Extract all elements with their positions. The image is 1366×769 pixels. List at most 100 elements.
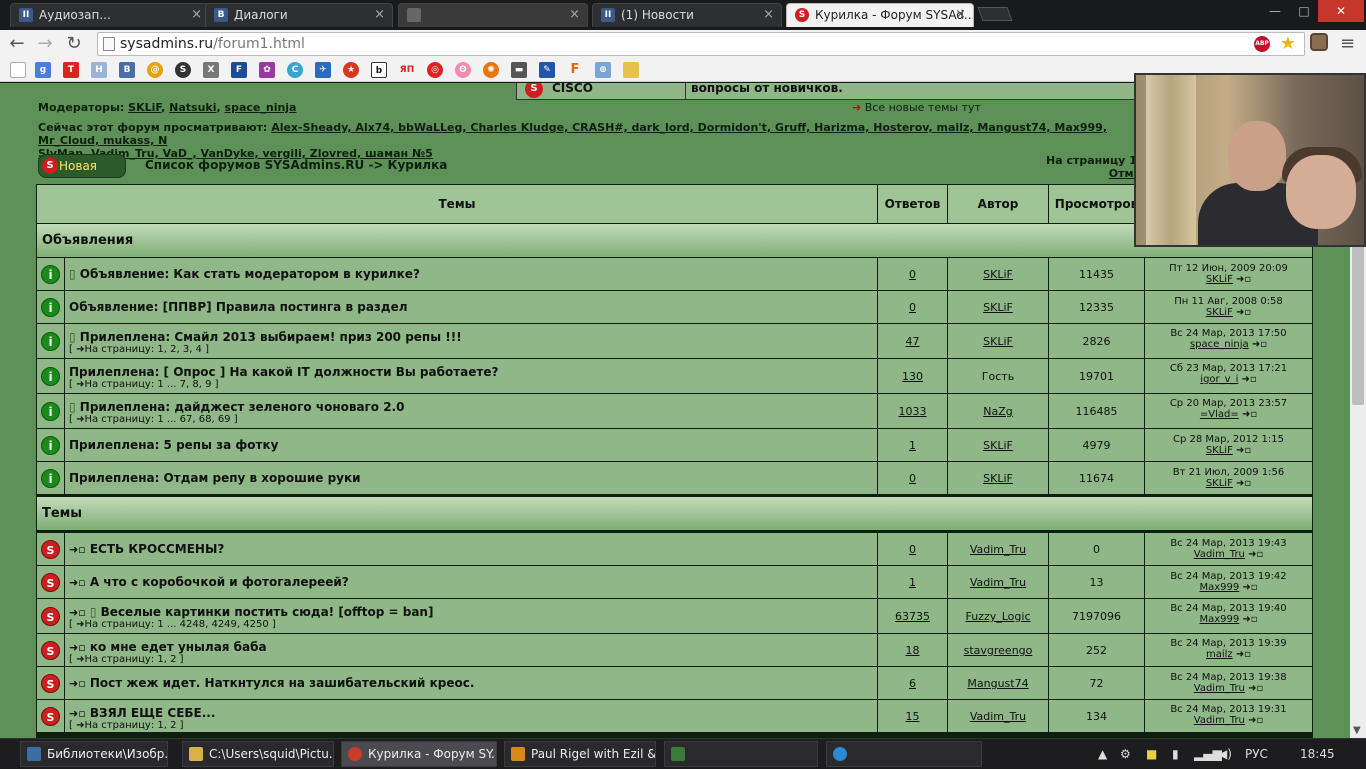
- last-post-user[interactable]: SKLiF: [1206, 478, 1233, 489]
- bookmark-vk-icon[interactable]: B: [119, 62, 135, 78]
- taskbar-explorer[interactable]: Библиотеки\Изобр...: [20, 741, 168, 767]
- go-to-last-post-icon[interactable]: ➜▫: [1252, 339, 1267, 350]
- topic-pages[interactable]: [ ➜На страницу: 1, 2, 3, 4 ]: [69, 344, 877, 355]
- go-to-last-post-icon[interactable]: ➜▫: [1236, 445, 1251, 456]
- close-icon[interactable]: ×: [569, 4, 580, 26]
- bookmark-t-icon[interactable]: T: [63, 62, 79, 78]
- bookmark-folder-icon[interactable]: [623, 62, 639, 78]
- topic-author[interactable]: Fuzzy_Logic: [965, 610, 1030, 623]
- topic-pages[interactable]: [ ➜На страницу: 1, 2 ]: [69, 720, 877, 731]
- go-to-last-post-icon[interactable]: ➜▫: [1248, 683, 1263, 694]
- maximize-icon[interactable]: □: [1290, 0, 1318, 22]
- instagram-extension-icon[interactable]: [1310, 33, 1328, 51]
- bookmark-f-orange-icon[interactable]: F: [567, 62, 583, 78]
- forward-icon[interactable]: →: [33, 32, 57, 56]
- replies-count[interactable]: 15: [906, 710, 920, 723]
- bookmark-sun-icon[interactable]: ✺: [483, 62, 499, 78]
- topic-author[interactable]: stavgreengo: [964, 644, 1033, 657]
- replies-count[interactable]: 1: [909, 576, 916, 589]
- bookmark-star-badge-icon[interactable]: ★: [343, 62, 359, 78]
- table-row[interactable]: S ➜▫ ко мне едет унылая баба[ ➜На страниц…: [37, 633, 1312, 666]
- table-row[interactable]: i Прилеплена: 5 репы за фотку 1 SKLiF 4979 Ср…: [37, 428, 1312, 461]
- go-to-last-post-icon[interactable]: ➜▫: [1242, 374, 1257, 385]
- replies-count[interactable]: 0: [909, 543, 916, 556]
- clock[interactable]: 18:45: [1300, 739, 1335, 769]
- browser-tab-forum[interactable]: S Курилка - Форум SYSAd... ×: [786, 3, 974, 27]
- bookmark-mail-icon[interactable]: @: [147, 62, 163, 78]
- go-to-last-post-icon[interactable]: ➜▫: [1236, 307, 1251, 318]
- topic-pages[interactable]: [ ➜На страницу: 1 ... 4248, 4249, 4250 ]: [69, 619, 877, 630]
- last-post-user[interactable]: Vadim_Tru: [1194, 549, 1245, 560]
- bookmark-hex-icon[interactable]: X: [203, 62, 219, 78]
- topic-pages[interactable]: [ ➜На страницу: 1 ... 67, 68, 69 ]: [69, 414, 877, 425]
- go-to-last-post-icon[interactable]: ➜▫: [1236, 649, 1251, 660]
- close-icon[interactable]: ×: [191, 4, 202, 26]
- go-to-last-post-icon[interactable]: ➜▫: [1248, 715, 1263, 726]
- go-to-last-post-icon[interactable]: ➜▫: [1236, 274, 1251, 285]
- last-post-user[interactable]: SKLiF: [1206, 274, 1233, 285]
- last-post-user[interactable]: SKLiF: [1206, 445, 1233, 456]
- topic-title[interactable]: Объявление: Как стать модератором в кури…: [80, 267, 420, 281]
- topic-author[interactable]: Vadim_Tru: [970, 710, 1026, 723]
- tray-app-icon[interactable]: ■: [1146, 739, 1157, 769]
- last-post-user[interactable]: Max999: [1199, 582, 1239, 593]
- taskbar-chrome[interactable]: Курилка - Форум SY...: [341, 741, 497, 767]
- topic-author[interactable]: SKLiF: [983, 439, 1013, 452]
- minimize-icon[interactable]: —: [1260, 0, 1290, 22]
- new-tab-button[interactable]: [977, 7, 1013, 21]
- topic-pages[interactable]: [ ➜На страницу: 1, 2 ]: [69, 654, 877, 665]
- replies-count[interactable]: 1033: [899, 405, 927, 418]
- moderator-link[interactable]: space_ninja: [225, 101, 297, 114]
- topic-title[interactable]: Прилеплена: Отдам репу в хорошие руки: [69, 471, 361, 485]
- bookmark-google-icon[interactable]: g: [35, 62, 51, 78]
- browser-tab-blurred[interactable]: ×: [398, 3, 588, 27]
- last-post-user[interactable]: igor_v_i: [1200, 374, 1238, 385]
- breadcrumb[interactable]: Список форумов SYSAdmins.RU -> Курилка: [145, 158, 447, 172]
- bookmark-sysadmins-icon[interactable]: S: [175, 62, 191, 78]
- table-row[interactable]: S ➜▫ Пост жеж идет. Наткнтулся на зашибат…: [37, 666, 1312, 699]
- last-post-user[interactable]: SKLiF: [1206, 307, 1233, 318]
- bookmark-star-icon[interactable]: ★: [1280, 33, 1296, 54]
- bookmark-h-icon[interactable]: H: [91, 62, 107, 78]
- topic-title[interactable]: Прилеплена: [ Опрос ] На какой IT должно…: [69, 365, 498, 379]
- topic-author[interactable]: Vadim_Tru: [970, 576, 1026, 589]
- topic-pages[interactable]: [ ➜На страницу: 1 ... 7, 8, 9 ]: [69, 379, 877, 390]
- bookmark-f-icon[interactable]: F: [231, 62, 247, 78]
- replies-count[interactable]: 6: [909, 677, 916, 690]
- browser-tab-audio[interactable]: II Аудиозап... ×: [10, 3, 210, 27]
- moderator-link[interactable]: Natsuki: [169, 101, 216, 114]
- bookmark-bird-icon[interactable]: ✈: [315, 62, 331, 78]
- cisco-forum-row[interactable]: S CISCO вопросы от новичков.: [516, 83, 1156, 100]
- replies-count[interactable]: 0: [909, 301, 916, 314]
- tray-network-icon[interactable]: ⚙: [1120, 739, 1131, 769]
- close-icon[interactable]: ×: [763, 4, 774, 26]
- replies-count[interactable]: 0: [909, 472, 916, 485]
- replies-count[interactable]: 0: [909, 268, 916, 281]
- topic-title[interactable]: А что с коробочкой и фотогалереей?: [90, 575, 349, 589]
- table-row[interactable]: i Прилеплена: [ Опрос ] На какой IT должн…: [37, 358, 1312, 393]
- bookmark-pig-icon[interactable]: ʘ: [455, 62, 471, 78]
- go-to-last-post-icon[interactable]: ➜▫: [1242, 409, 1257, 420]
- last-post-user[interactable]: =Vlad=: [1200, 409, 1239, 420]
- taskbar-folder[interactable]: C:\Users\squid\Pictu...: [182, 741, 334, 767]
- last-post-user[interactable]: Vadim_Tru: [1194, 683, 1245, 694]
- browser-tab-dialogs[interactable]: B Диалоги ×: [205, 3, 393, 27]
- last-post-user[interactable]: mailz: [1206, 649, 1233, 660]
- table-row[interactable]: S ➜▫ ЕСТЬ КРОССМЕНЫ? 0 Vadim_Tru 0 Вс 24 Мар,…: [37, 532, 1312, 565]
- menu-icon[interactable]: ≡: [1340, 33, 1355, 54]
- replies-count[interactable]: 47: [906, 335, 920, 348]
- topic-title[interactable]: Прилеплена: Смайл 2013 выбираем! приз 20…: [80, 330, 462, 344]
- mark-read-link[interactable]: Отме: [1046, 167, 1141, 180]
- last-post-user[interactable]: space_ninja: [1190, 339, 1249, 350]
- topic-title[interactable]: Прилеплена: дайджест зеленого чоноваго 2…: [80, 400, 405, 414]
- topic-title[interactable]: ВЗЯЛ ЕЩЕ СЕБЕ...: [90, 706, 216, 720]
- topic-author[interactable]: SKLiF: [983, 472, 1013, 485]
- topic-author[interactable]: SKLiF: [983, 335, 1013, 348]
- last-post-user[interactable]: Vadim_Tru: [1194, 715, 1245, 726]
- table-row[interactable]: S ➜▫ ВЗЯЛ ЕЩЕ СЕБЕ...[ ➜На страницу: 1, 2…: [37, 699, 1312, 732]
- go-to-last-post-icon[interactable]: ➜▫: [1242, 614, 1257, 625]
- reload-icon[interactable]: ↻: [62, 32, 86, 56]
- topic-author[interactable]: SKLiF: [983, 268, 1013, 281]
- bookmark-b-icon[interactable]: b: [371, 62, 387, 78]
- taskbar-blurred[interactable]: [664, 741, 818, 767]
